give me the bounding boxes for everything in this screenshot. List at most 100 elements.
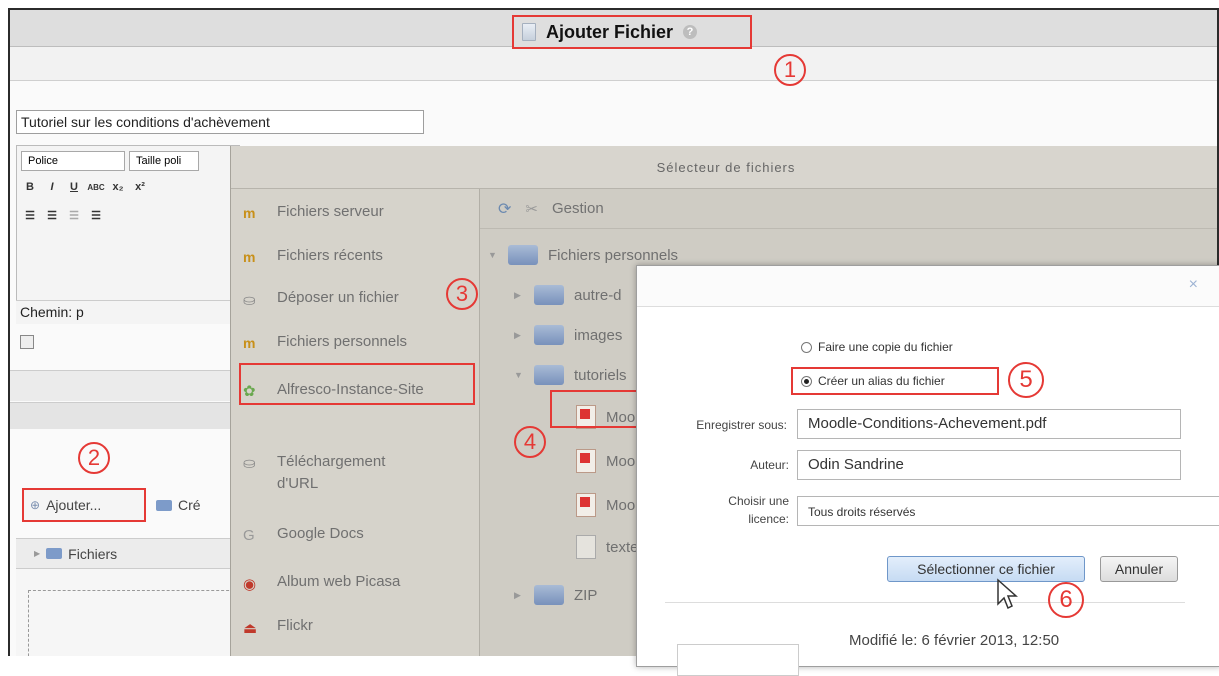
marker-4: 4 xyxy=(514,426,546,458)
tree-folder[interactable]: ▶ images xyxy=(514,325,622,345)
editor-path: Chemin: p xyxy=(16,300,238,324)
unordered-list-icon[interactable]: ☰ xyxy=(21,206,39,224)
tree-label: autre-d xyxy=(574,286,622,304)
subscript-button[interactable]: x₂ xyxy=(109,178,127,196)
folder-icon xyxy=(534,285,564,305)
expand-icon: ▶ xyxy=(34,549,41,558)
add-file-label: Ajouter... xyxy=(46,497,102,513)
license-select[interactable]: Tous droits réservés xyxy=(797,496,1219,526)
collapse-icon: ▼ xyxy=(514,370,523,380)
help-icon[interactable]: ? xyxy=(683,25,698,39)
url-icon: ⛀ xyxy=(243,455,256,472)
tree-label: tutoriels xyxy=(574,366,627,384)
underline-button[interactable]: U xyxy=(65,178,83,196)
document-icon xyxy=(522,23,536,41)
folder-icon xyxy=(156,499,172,511)
file-thumbnail xyxy=(677,644,799,676)
repo-server-files[interactable]: m Fichiers serveur xyxy=(243,203,384,221)
html-editor: Police Taille poli B I U ABC x₂ x² ☰ ☰ ☰… xyxy=(16,145,240,307)
outdent-icon[interactable]: ☰ xyxy=(65,206,83,224)
section-band xyxy=(10,402,240,429)
folder-icon xyxy=(534,585,564,605)
italic-button[interactable]: I xyxy=(43,178,61,196)
repo-label: Fichiers personnels xyxy=(277,333,408,350)
close-icon[interactable]: × xyxy=(1189,276,1198,294)
add-file-icon: ⊕ xyxy=(30,498,41,512)
bold-button[interactable]: B xyxy=(21,178,39,196)
section-band xyxy=(10,370,240,401)
manage-icon: ✂ xyxy=(525,200,538,218)
superscript-button[interactable]: x² xyxy=(131,178,149,196)
selected-file-highlight xyxy=(550,390,640,428)
marker-3: 3 xyxy=(446,278,478,310)
tree-file[interactable]: Moo xyxy=(576,449,635,473)
repo-google-docs[interactable]: G Google Docs xyxy=(243,525,364,544)
moodle-icon: m xyxy=(243,205,256,221)
files-tree-root[interactable]: ▶ Fichiers xyxy=(16,538,238,568)
repo-flickr[interactable]: ⏏ Flickr xyxy=(243,617,313,637)
tree-folder[interactable]: ▶ ZIP xyxy=(514,585,597,605)
author-input[interactable]: Odin Sandrine xyxy=(797,450,1181,480)
tree-label: images xyxy=(574,326,623,344)
manage-link[interactable]: Gestion xyxy=(552,200,604,217)
folder-icon xyxy=(534,325,564,345)
tree-file[interactable]: texte xyxy=(576,535,639,559)
picker-toolbar: ⟳ ✂ Gestion xyxy=(480,189,1217,229)
dialog-header: × xyxy=(637,266,1219,307)
repo-url-download[interactable]: ⛀ Téléchargement d'URL xyxy=(243,451,453,495)
repo-alfresco[interactable]: ✿ Alfresco-Instance-Site xyxy=(243,379,453,401)
save-as-label: Enregistrer sous: xyxy=(696,418,787,432)
folder-icon xyxy=(508,245,538,265)
create-folder-button[interactable]: Cré xyxy=(156,497,201,513)
tree-label: Fichiers personnels xyxy=(548,246,679,264)
folder-icon xyxy=(534,365,564,385)
tree-label: Moo xyxy=(606,452,636,470)
repo-upload[interactable]: ⛀ Déposer un fichier xyxy=(243,289,399,309)
collapse-icon: ▼ xyxy=(488,250,497,260)
repo-label: Flickr xyxy=(277,617,313,634)
resource-name-input[interactable]: Tutoriel sur les conditions d'achèvement xyxy=(16,110,424,134)
repo-picasa[interactable]: ◉ Album web Picasa xyxy=(243,573,400,593)
copy-radio[interactable] xyxy=(801,341,812,353)
marker-6: 6 xyxy=(1048,582,1084,618)
select-file-button[interactable]: Sélectionner ce fichier xyxy=(887,556,1085,582)
create-folder-label: Cré xyxy=(178,497,201,513)
text-file-icon xyxy=(576,535,596,559)
alfresco-icon: ✿ xyxy=(243,383,256,400)
ordered-list-icon[interactable]: ☰ xyxy=(43,206,61,224)
alias-highlight xyxy=(791,367,999,395)
tree-root[interactable]: ▼ Fichiers personnels xyxy=(488,245,678,265)
strike-button[interactable]: ABC xyxy=(87,178,105,196)
tree-folder[interactable]: ▼ tutoriels xyxy=(514,365,627,385)
copy-option[interactable]: Faire une copie du fichier xyxy=(801,340,953,354)
font-select[interactable]: Police xyxy=(21,151,125,171)
refresh-icon[interactable]: ⟳ xyxy=(498,199,511,219)
tree-label: ZIP xyxy=(574,586,598,604)
repo-label: Téléchargement d'URL xyxy=(277,453,386,492)
pdf-icon xyxy=(576,449,596,473)
tree-folder[interactable]: ▶ autre-d xyxy=(514,285,622,305)
repo-private-files[interactable]: m Fichiers personnels xyxy=(243,333,407,351)
modified-date: Modifié le: 6 février 2013, 12:50 xyxy=(849,632,1060,649)
repo-label: Alfresco-Instance-Site xyxy=(277,381,424,398)
divider xyxy=(665,602,1185,603)
expand-icon: ▶ xyxy=(514,289,521,300)
size-select[interactable]: Taille poli xyxy=(129,151,199,171)
save-as-input[interactable]: Moodle-Conditions-Achevement.pdf xyxy=(797,409,1181,439)
drop-zone xyxy=(28,590,239,656)
expand-icon: ▶ xyxy=(514,589,521,600)
repo-recent-files[interactable]: m Fichiers récents xyxy=(243,247,383,265)
checkbox[interactable] xyxy=(20,335,34,349)
expand-icon: ▶ xyxy=(514,329,521,340)
header-band xyxy=(10,47,1217,81)
flickr-icon: ⏏ xyxy=(243,620,258,637)
add-file-button[interactable]: ⊕ Ajouter... xyxy=(22,488,146,522)
tree-file[interactable]: Moo xyxy=(576,493,635,517)
tree-label: texte xyxy=(606,538,639,556)
moodle-icon: m xyxy=(243,249,256,265)
files-tree-label: Fichiers xyxy=(68,545,118,562)
indent-icon[interactable]: ☰ xyxy=(87,206,105,224)
license-label: Choisir une licence: xyxy=(728,494,789,526)
cancel-button[interactable]: Annuler xyxy=(1100,556,1178,582)
repo-label: Fichiers serveur xyxy=(277,203,384,220)
